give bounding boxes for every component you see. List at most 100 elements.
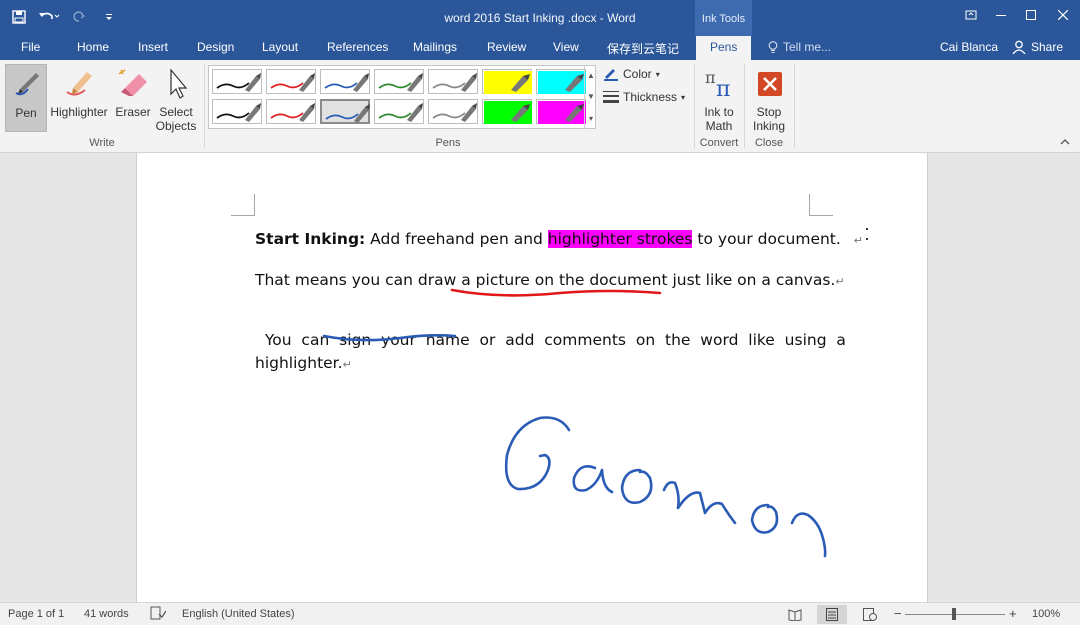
convert-group-label: Convert: [699, 137, 739, 149]
tab-insert[interactable]: Insert: [138, 40, 168, 54]
tab-file[interactable]: File: [21, 40, 40, 54]
tab-mailings[interactable]: Mailings: [413, 40, 457, 54]
paragraph-3[interactable]: You can sign your name or add comments o…: [255, 313, 846, 349]
close-group-label: Close: [754, 137, 784, 149]
print-layout-icon[interactable]: [817, 605, 847, 624]
paragraph-2[interactable]: That means you can draw a picture on the…: [255, 271, 845, 289]
pen-swatch[interactable]: [266, 99, 316, 124]
window-title: word 2016 Start Inking .docx - Word: [444, 11, 636, 25]
svg-text:π: π: [716, 77, 730, 102]
ribbon: Pen Highlighter Eraser Select Objects Wr…: [0, 60, 1080, 153]
highlighter-label: Highlighter: [50, 105, 108, 119]
zoom-slider-thumb[interactable]: [952, 608, 956, 620]
pen-swatch[interactable]: [320, 99, 370, 124]
thickness-button[interactable]: Thickness ▾: [603, 90, 685, 104]
tell-me-label: Tell me...: [783, 40, 832, 54]
zoom-out-button[interactable]: −: [894, 606, 902, 621]
dropdown-arrow-icon: ▾: [681, 92, 686, 102]
thickness-label: Thickness: [623, 90, 678, 104]
tab-cloud-notes[interactable]: 保存到云笔记: [607, 40, 679, 57]
pen-swatch[interactable]: [536, 69, 586, 94]
user-name[interactable]: Cai Blanca: [940, 40, 998, 54]
tab-review[interactable]: Review: [487, 40, 526, 54]
tell-me-search[interactable]: Tell me...: [768, 40, 831, 54]
proofing-icon[interactable]: [150, 606, 167, 623]
close-icon[interactable]: [1046, 0, 1080, 30]
read-mode-icon[interactable]: [780, 605, 810, 624]
stop-inking-button[interactable]: Stop Inking: [748, 64, 790, 133]
pen-swatch[interactable]: [374, 69, 424, 94]
title-bar: word 2016 Start Inking .docx - Word Ink …: [0, 0, 1080, 36]
gallery-more-icon[interactable]: ▾: [589, 114, 593, 123]
highlighter-icon: [66, 72, 92, 96]
tab-home[interactable]: Home: [77, 40, 109, 54]
ink-to-label: Ink to: [704, 105, 734, 119]
highlighted-text: highlighter strokes: [547, 230, 693, 248]
highlighter-button[interactable]: Highlighter: [49, 64, 109, 132]
minimize-icon[interactable]: [986, 0, 1016, 30]
tab-pens[interactable]: Pens: [696, 36, 752, 60]
tab-layout[interactable]: Layout: [262, 40, 298, 54]
lightbulb-icon: [768, 40, 778, 53]
inking-label: Inking: [752, 119, 786, 133]
paragraph-1[interactable]: Start Inking: Add freehand pen and highl…: [255, 230, 863, 248]
eraser-button[interactable]: Eraser: [113, 64, 153, 132]
paragraph-1-bold: Start Inking:: [255, 230, 366, 248]
pointer-icon: [170, 68, 188, 99]
paragraph-mark: ↵: [853, 234, 863, 247]
document-area: [0, 153, 1080, 602]
pi-icon: ππ: [705, 68, 730, 102]
share-label: Share: [1031, 40, 1064, 54]
pen-swatch[interactable]: [266, 69, 316, 94]
status-bar: Page 1 of 1 41 words English (United Sta…: [0, 602, 1080, 625]
web-layout-icon[interactable]: [855, 605, 885, 624]
ribbon-display-icon[interactable]: [956, 0, 986, 30]
zoom-level[interactable]: 100%: [1032, 608, 1060, 620]
gallery-up-icon[interactable]: ▲: [587, 71, 595, 80]
pen-swatch[interactable]: [212, 69, 262, 94]
pen-swatch[interactable]: [320, 69, 370, 94]
math-label: Math: [705, 119, 733, 133]
paragraph-1-text-end: to your document.: [692, 230, 841, 248]
maximize-icon[interactable]: [1016, 0, 1046, 30]
paragraph-mark: ↵: [342, 358, 352, 371]
word-count[interactable]: 41 words: [84, 608, 129, 620]
paragraph-mark: ↵: [835, 275, 845, 288]
person-icon: [1012, 40, 1026, 54]
pens-group-label: Pens: [435, 137, 461, 149]
document-page[interactable]: [136, 153, 928, 602]
pen-swatch[interactable]: [536, 99, 586, 124]
language-status[interactable]: English (United States): [182, 608, 295, 620]
paragraph-3-text: You can sign your name or add comments o…: [264, 331, 846, 349]
pen-swatch[interactable]: [482, 99, 532, 124]
eraser-icon: [118, 69, 147, 96]
pen-swatch[interactable]: [482, 69, 532, 94]
pen-swatch[interactable]: [428, 69, 478, 94]
pen-button[interactable]: Pen: [5, 64, 47, 132]
paragraph-3-text-end: highlighter.: [255, 354, 343, 372]
tab-design[interactable]: Design: [197, 40, 234, 54]
pen-swatch[interactable]: [374, 99, 424, 124]
gallery-scroll[interactable]: ▲ ▼ ▾: [584, 65, 597, 129]
write-group-label: Write: [89, 137, 115, 149]
paragraph-3-cont[interactable]: highlighter.↵: [255, 354, 352, 372]
eraser-label: Eraser: [115, 105, 151, 119]
select-objects-button[interactable]: Select Objects: [153, 64, 199, 133]
pen-swatch[interactable]: [212, 99, 262, 124]
page-count[interactable]: Page 1 of 1: [8, 608, 64, 620]
pen-label: Pen: [15, 106, 37, 120]
share-button[interactable]: Share: [1012, 40, 1063, 54]
color-label: Color: [623, 67, 652, 81]
close-x-icon: [758, 72, 782, 96]
margin-dot: [866, 238, 868, 240]
tab-references[interactable]: References: [327, 40, 388, 54]
gallery-down-icon[interactable]: ▼: [587, 92, 595, 101]
color-button[interactable]: Color ▾: [603, 67, 660, 81]
pen-swatch[interactable]: [428, 99, 478, 124]
zoom-in-button[interactable]: +: [1009, 606, 1017, 621]
ink-to-math-button[interactable]: ππ Ink to Math: [698, 64, 740, 133]
tab-view[interactable]: View: [553, 40, 579, 54]
collapse-ribbon-icon[interactable]: [1060, 137, 1070, 148]
objects-label: Objects: [155, 119, 197, 133]
pens-gallery: [208, 65, 596, 129]
